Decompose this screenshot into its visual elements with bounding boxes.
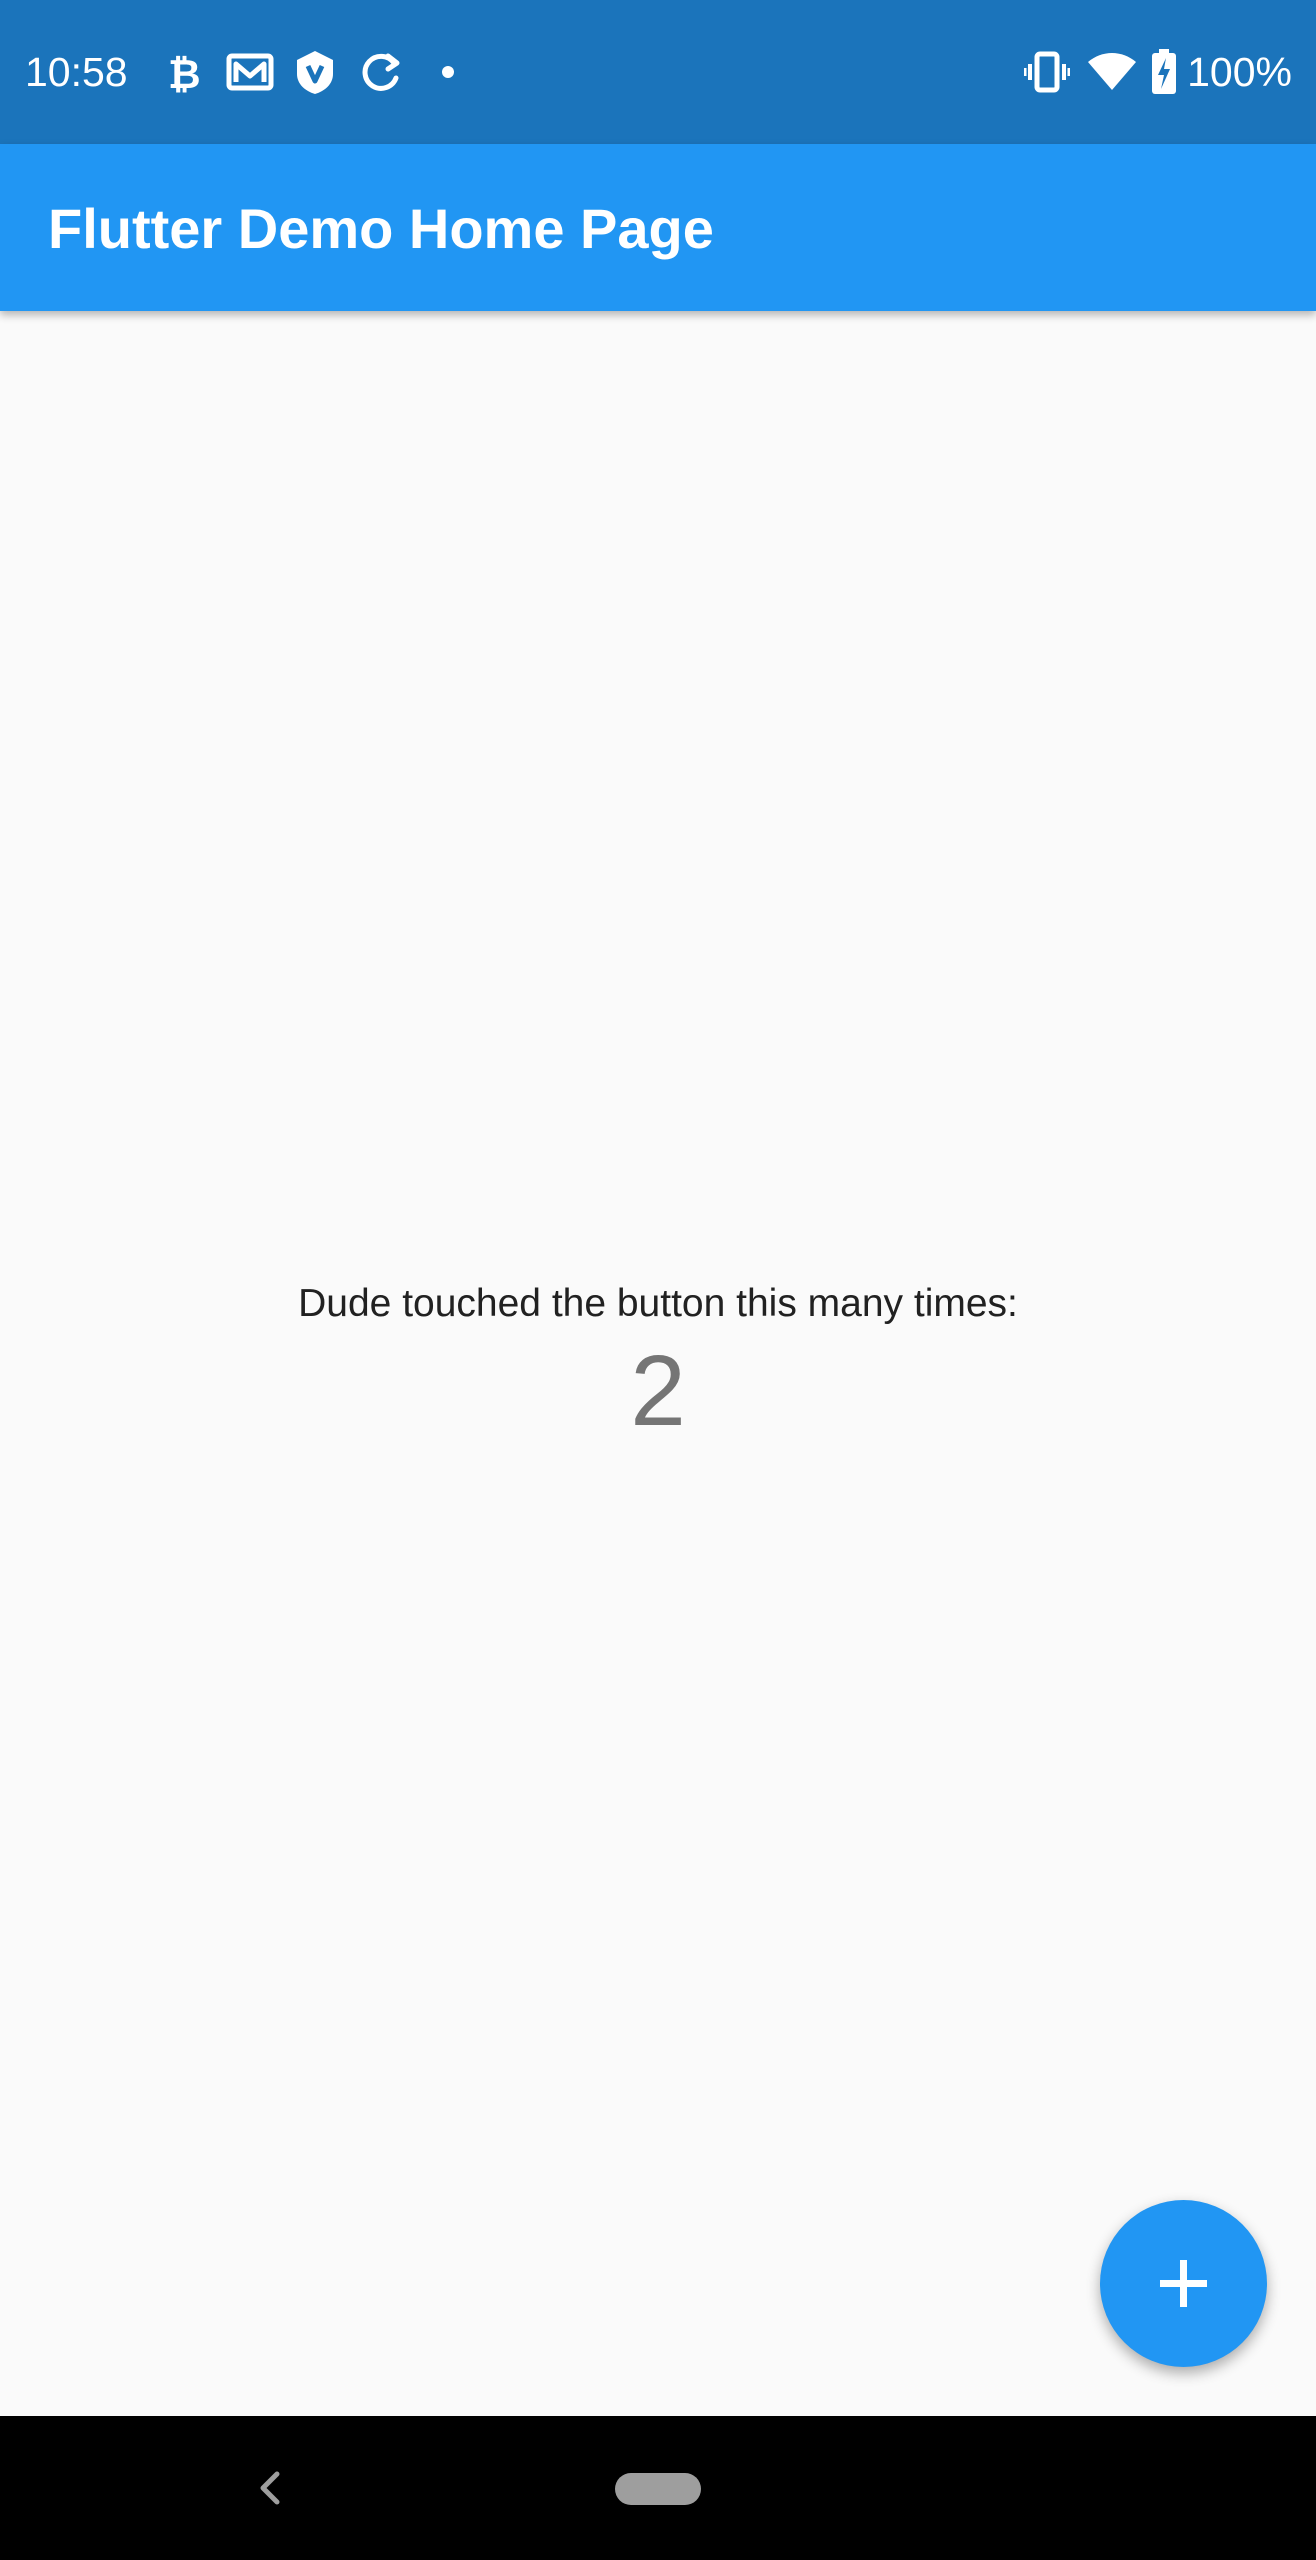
shield-icon — [294, 48, 336, 96]
bitcoin-icon: ₿ — [166, 48, 202, 96]
vibrate-icon — [1024, 48, 1070, 96]
battery-charging-icon — [1150, 48, 1178, 96]
wifi-icon — [1086, 48, 1138, 96]
svg-text:₿: ₿ — [168, 52, 201, 96]
status-bar: 10:58 ₿ 100% — [0, 0, 1316, 144]
app-bar: Flutter Demo Home Page — [0, 144, 1316, 311]
plus-icon — [1160, 2260, 1207, 2307]
page-title: Flutter Demo Home Page — [48, 197, 714, 260]
back-icon[interactable] — [250, 2462, 290, 2519]
home-pill-icon[interactable] — [615, 2473, 701, 2505]
status-time: 10:58 — [25, 49, 128, 95]
battery-percentage: 100% — [1187, 49, 1292, 95]
navigation-bar — [0, 2416, 1316, 2560]
counter-label: Dude touched the button this many times: — [298, 1282, 1018, 1325]
mail-icon — [226, 48, 274, 96]
dot-icon — [440, 48, 456, 96]
sync-icon — [358, 48, 404, 96]
increment-button[interactable] — [1100, 2200, 1267, 2367]
counter-value: 2 — [630, 1335, 686, 1447]
